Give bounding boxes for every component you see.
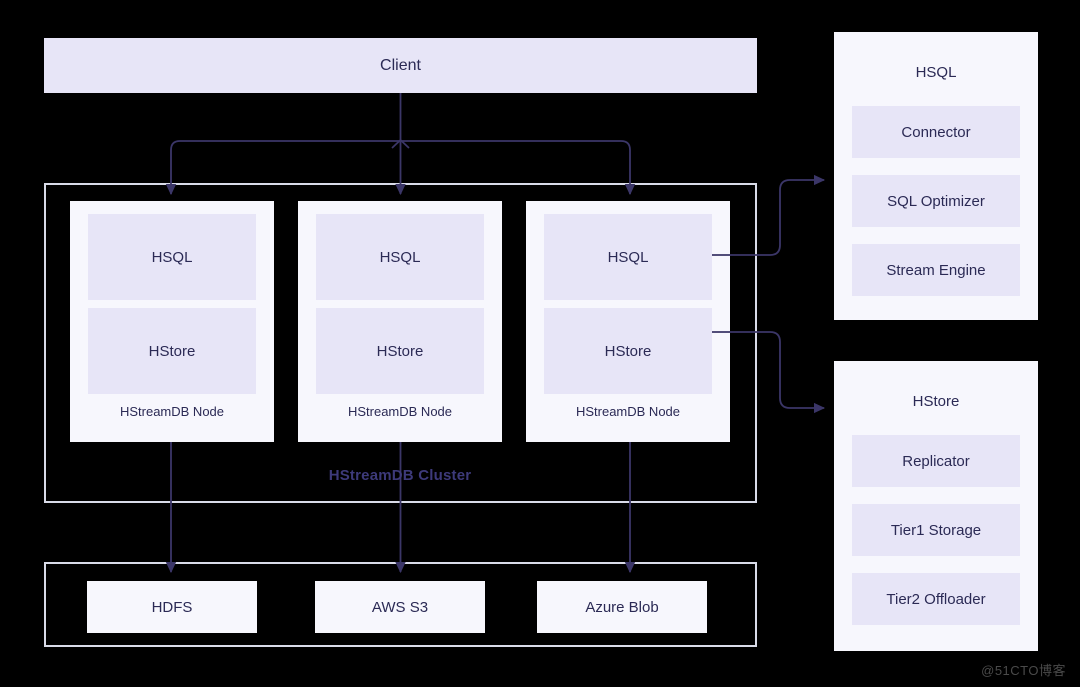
node-3-hstore-box: HStore [544,308,712,394]
hsql-component-stream-engine: Stream Engine [852,244,1020,296]
storage-target-hdfs: HDFS [87,581,257,633]
node-3-hsql-box: HSQL [544,214,712,300]
watermark-label: @51CTO博客 [981,663,1066,678]
hstreamdb-cluster-label: HStreamDB Cluster [328,466,472,484]
hstore-component-tier2-offloader: Tier2 Offloader [852,573,1020,625]
hstore-component-replicator: Replicator [852,435,1020,487]
node-1-hstore-box: HStore [88,308,256,394]
hsql-component-sql-optimizer: SQL Optimizer [852,175,1020,227]
storage-target-aws-s3: AWS S3 [315,581,485,633]
hstreamdb-node-1: HSQL HStore HStreamDB Node [70,201,274,442]
hstreamdb-node-3: HSQL HStore HStreamDB Node [526,201,730,442]
node-1-hsql-box: HSQL [88,214,256,300]
hsql-detail-panel-title: HSQL [915,64,957,81]
storage-target-azure-blob: Azure Blob [537,581,707,633]
hstore-detail-panel-title: HStore [912,393,960,410]
hsql-component-connector: Connector [852,106,1020,158]
hstore-component-tier1-storage: Tier1 Storage [852,504,1020,556]
hsql-detail-panel: HSQL Connector SQL Optimizer Stream Engi… [834,32,1038,320]
node-3-caption: HStreamDB Node [575,404,681,419]
hstreamdb-node-2: HSQL HStore HStreamDB Node [298,201,502,442]
diagram-canvas: Client HSQL HStore HStreamDB Node HSQL H… [0,0,1080,687]
client-box: Client [44,38,757,93]
node-2-hstore-box: HStore [316,308,484,394]
node-2-caption: HStreamDB Node [347,404,453,419]
hstore-detail-panel: HStore Replicator Tier1 Storage Tier2 Of… [834,361,1038,651]
node-1-caption: HStreamDB Node [119,404,225,419]
node-2-hsql-box: HSQL [316,214,484,300]
